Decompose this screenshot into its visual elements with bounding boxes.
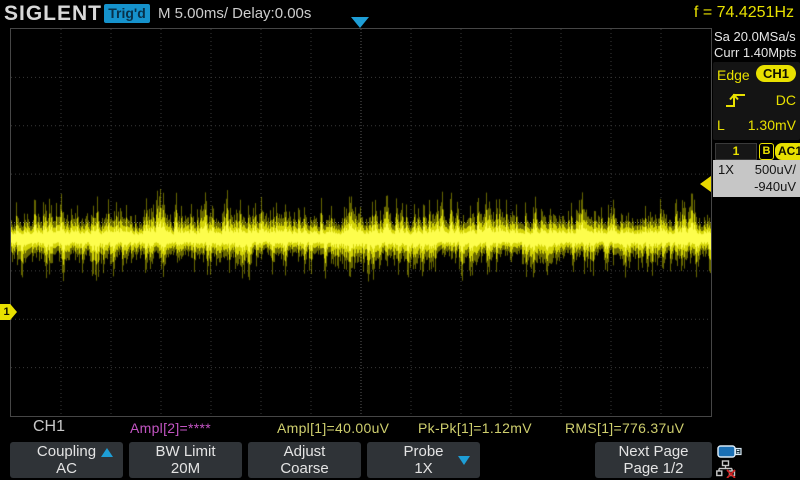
channel1-volts-per-div: 500uV/ bbox=[755, 162, 796, 177]
channel1-settings: 1X 500uV/ -940uV bbox=[713, 160, 800, 197]
frequency-counter: f = 74.4251Hz bbox=[694, 4, 794, 22]
timebase-readout: M 5.00ms/ Delay:0.00s bbox=[158, 5, 311, 22]
softkey-next-page-label: Next Page bbox=[595, 443, 712, 460]
softkey-adjust-label: Adjust bbox=[248, 443, 361, 460]
softkey-next-page-value: Page 1/2 bbox=[595, 460, 712, 477]
softkey-probe[interactable]: Probe 1X bbox=[367, 442, 480, 478]
usb-icon[interactable] bbox=[717, 444, 743, 459]
measurement-pkpk1: Pk-Pk[1]=1.12mV bbox=[418, 420, 532, 436]
channel1-probe-attenuation: 1X bbox=[718, 162, 734, 177]
trigger-source-badge: CH1 bbox=[756, 65, 796, 82]
trigger-level-marker-icon[interactable] bbox=[700, 176, 711, 192]
waveform-trace-canvas bbox=[11, 29, 711, 416]
softkey-bwlimit[interactable]: BW Limit 20M bbox=[129, 442, 242, 478]
trigger-type-label: Edge bbox=[717, 67, 750, 83]
waveform-display bbox=[10, 28, 712, 417]
trigger-level-label: L bbox=[717, 117, 725, 133]
trigger-panel[interactable]: Edge CH1 DC L 1.30mV bbox=[713, 62, 800, 140]
trigger-coupling-label: DC bbox=[776, 90, 796, 110]
up-arrow-icon bbox=[101, 448, 113, 457]
channel1-bwlimit-badge: B bbox=[759, 143, 774, 160]
acquisition-info: Sa 20.0MSa/s Curr 1.40Mpts bbox=[714, 29, 798, 61]
trigger-status-badge: Trig'd bbox=[104, 4, 150, 23]
down-arrow-icon bbox=[458, 456, 470, 465]
measure-channel-label: CH1 bbox=[33, 418, 65, 436]
trigger-level-value: 1.30mV bbox=[748, 115, 796, 135]
measurement-ampl2: Ampl[2]=**** bbox=[130, 420, 211, 436]
lan-disconnected-icon[interactable] bbox=[716, 460, 736, 478]
trigger-position-marker-icon[interactable] bbox=[351, 17, 369, 28]
channel1-header: 1 B AC1M bbox=[713, 142, 800, 160]
softkey-bwlimit-value: 20M bbox=[129, 460, 242, 477]
memory-depth: Curr 1.40Mpts bbox=[714, 45, 798, 61]
brand-logo: SIGLENT bbox=[4, 2, 102, 26]
softkey-adjust[interactable]: Adjust Coarse bbox=[248, 442, 361, 478]
channel1-coupling-badge: AC1M bbox=[775, 143, 800, 160]
rising-edge-icon bbox=[725, 91, 747, 109]
sample-rate: Sa 20.0MSa/s bbox=[714, 29, 798, 45]
softkey-coupling[interactable]: Coupling AC bbox=[10, 442, 123, 478]
softkey-bwlimit-label: BW Limit bbox=[129, 443, 242, 460]
softkey-adjust-value: Coarse bbox=[248, 460, 361, 477]
channel1-number: 1 bbox=[715, 143, 757, 160]
channel1-offset: -940uV bbox=[754, 179, 796, 194]
channel1-panel[interactable]: 1 B AC1M 1X 500uV/ -940uV bbox=[713, 142, 800, 197]
softkey-next-page[interactable]: Next Page Page 1/2 bbox=[595, 442, 712, 478]
softkey-coupling-value: AC bbox=[10, 460, 123, 477]
oscilloscope-screen: SIGLENT Trig'd M 5.00ms/ Delay:0.00s f =… bbox=[0, 0, 800, 480]
measurement-rms1: RMS[1]=776.37uV bbox=[565, 420, 684, 436]
measurement-ampl1: Ampl[1]=40.00uV bbox=[277, 420, 389, 436]
